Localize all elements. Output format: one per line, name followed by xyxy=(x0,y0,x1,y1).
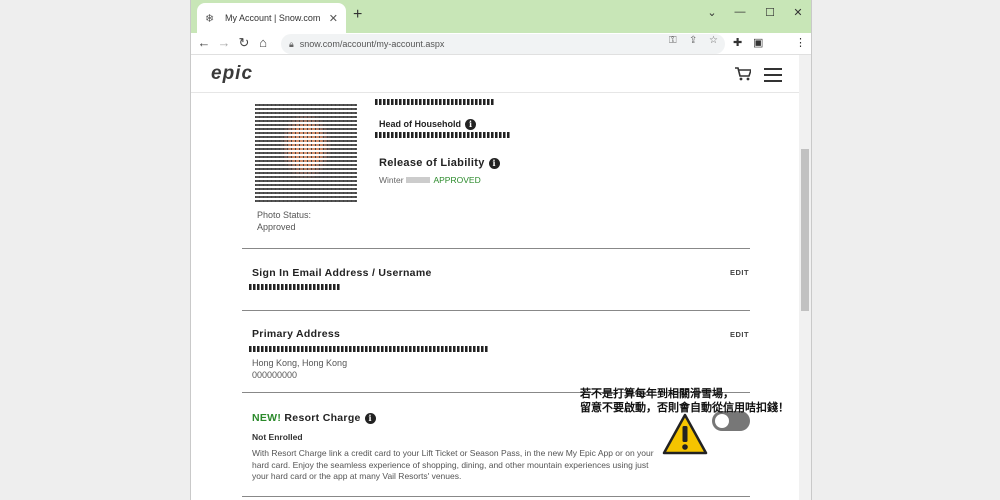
enrollment-status: Not Enrolled xyxy=(252,432,303,442)
tab-title: My Account | Snow.com xyxy=(225,13,321,23)
cart-icon[interactable] xyxy=(735,67,751,81)
close-window-button[interactable]: ✕ xyxy=(783,0,811,24)
url-text: snow.com/account/my-account.aspx xyxy=(299,39,445,49)
resort-charge-description: With Resort Charge link a credit card to… xyxy=(252,448,654,481)
info-icon[interactable]: i xyxy=(364,412,376,424)
tab-close-icon[interactable]: ✕ xyxy=(329,12,338,25)
extensions-icon[interactable]: ✚ xyxy=(733,36,742,49)
maximize-button[interactable]: ☐ xyxy=(755,0,785,24)
release-of-liability-title: Release of Liability i xyxy=(379,157,500,169)
release-approved: APPROVED xyxy=(433,175,481,185)
redacted-year xyxy=(405,177,430,183)
resort-charge-title: NEW! Resort Charge i xyxy=(252,412,376,424)
more-menu-icon[interactable]: ⋮ xyxy=(795,36,806,49)
back-button[interactable]: ← xyxy=(195,35,213,50)
warning-icon xyxy=(662,413,708,455)
redacted-name xyxy=(375,99,495,105)
divider xyxy=(242,310,750,311)
new-badge: NEW! xyxy=(252,412,282,424)
browser-tab[interactable]: ❄ My Account | Snow.com ✕ xyxy=(197,3,346,33)
redacted-street xyxy=(249,346,489,352)
photo-status: Photo Status: Approved xyxy=(257,210,312,232)
tab-bar: ❄ My Account | Snow.com ✕ + ⌄ — ☐ ✕ xyxy=(191,0,811,33)
browser-toolbar: ← → ↻ ⌂ 🔒︎ snow.com/account/my-account.a… xyxy=(191,33,811,55)
info-icon[interactable]: i xyxy=(488,157,500,169)
page-content: epic Photo Status: Approved Head of Hous… xyxy=(191,55,801,500)
address-section-title: Primary Address xyxy=(252,328,341,340)
chevron-down-icon[interactable]: ⌄ xyxy=(697,0,727,24)
divider xyxy=(242,496,750,497)
email-section-title: Sign In Email Address / Username xyxy=(252,267,432,279)
edit-email-link[interactable]: EDIT xyxy=(730,268,749,277)
new-tab-button[interactable]: + xyxy=(353,6,362,24)
reload-button[interactable]: ↻ xyxy=(235,35,253,51)
divider xyxy=(242,248,750,249)
warning-annotation: 若不是打算每年到相關滑雪場， 留意不要啟動，否則會自動從信用咭扣錢！ xyxy=(580,388,789,414)
browser-window: ❄ My Account | Snow.com ✕ + ⌄ — ☐ ✕ ← → … xyxy=(190,0,812,500)
info-icon[interactable]: i xyxy=(465,119,477,131)
snowflake-icon: ❄ xyxy=(205,12,215,25)
profile-photo xyxy=(255,104,357,204)
forward-button[interactable]: → xyxy=(215,35,233,50)
share-icon[interactable]: ⇪ xyxy=(689,35,697,46)
redacted-email xyxy=(249,284,341,290)
address-zip: 000000000 xyxy=(252,370,298,380)
address-city: Hong Kong, Hong Kong xyxy=(252,358,348,368)
site-header: epic xyxy=(191,55,801,93)
scrollbar-thumb[interactable] xyxy=(801,149,809,311)
hamburger-menu-icon[interactable] xyxy=(764,68,782,86)
minimize-button[interactable]: — xyxy=(725,0,755,24)
release-status-line: Winter APPROVED xyxy=(379,175,481,185)
address-bar[interactable]: 🔒︎ snow.com/account/my-account.aspx xyxy=(281,34,725,54)
lock-icon: 🔒︎ xyxy=(289,38,294,49)
epic-logo[interactable]: epic xyxy=(211,63,253,85)
toggle-knob xyxy=(715,414,729,428)
side-panel-icon[interactable]: ▣ xyxy=(753,36,763,49)
redacted-id xyxy=(375,132,511,138)
scrollbar[interactable] xyxy=(799,55,811,500)
edit-address-link[interactable]: EDIT xyxy=(730,330,749,339)
home-icon[interactable]: ⌂ xyxy=(254,35,272,50)
key-icon[interactable]: ⚿ xyxy=(669,35,677,46)
head-of-household: Head of Household i xyxy=(379,119,477,131)
bookmark-star-icon[interactable]: ☆ xyxy=(709,35,718,46)
